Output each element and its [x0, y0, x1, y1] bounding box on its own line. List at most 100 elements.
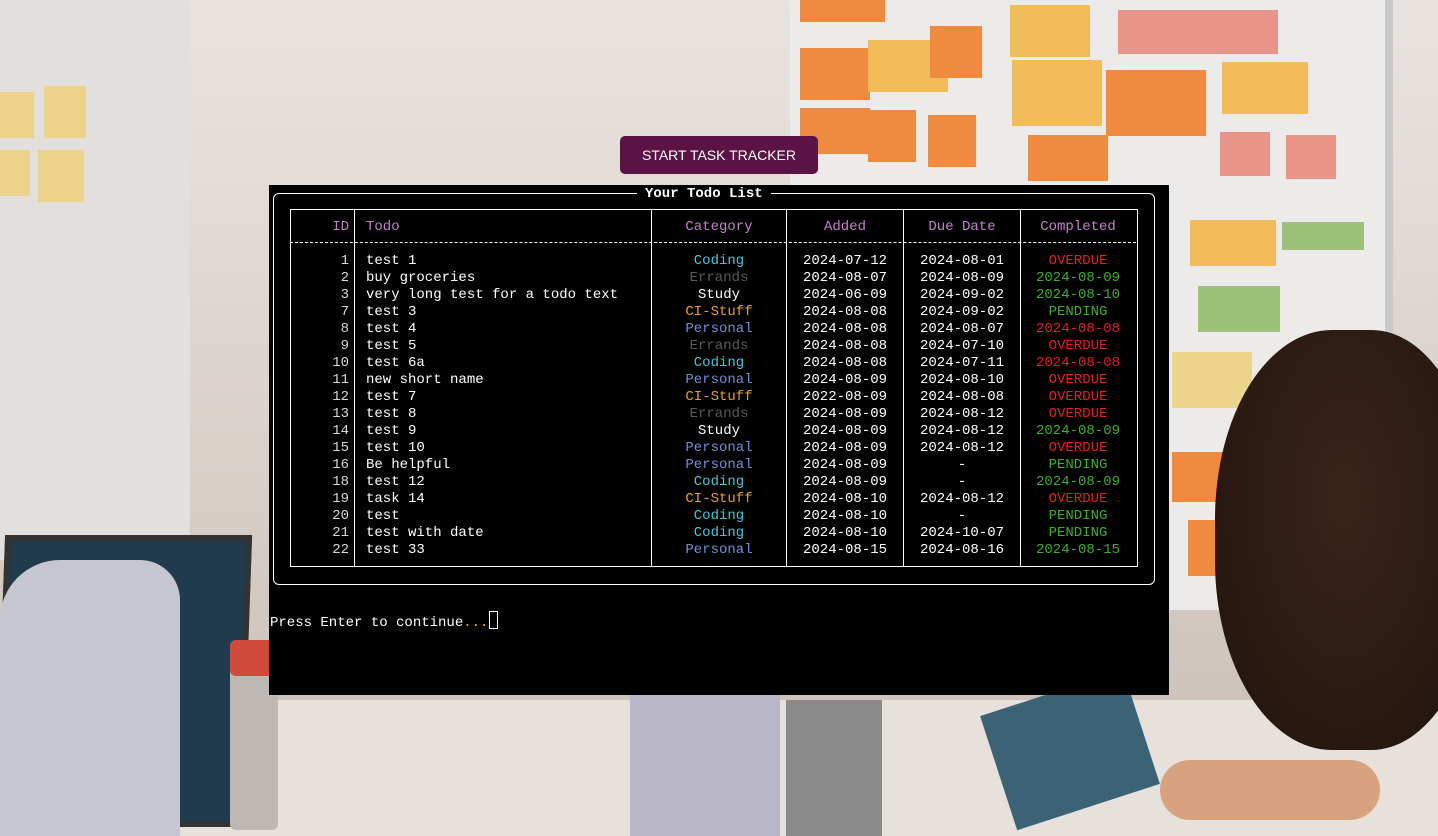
- todo-due-date: 2024-08-12: [919, 440, 1004, 456]
- todo-text: test 7: [366, 389, 417, 405]
- todo-text: buy groceries: [366, 270, 476, 286]
- todo-text: test 33: [366, 542, 425, 558]
- todo-id: 22: [332, 542, 349, 558]
- todo-id: 13: [332, 406, 349, 422]
- todo-id: 7: [340, 304, 349, 320]
- todo-due-date: -: [957, 474, 967, 490]
- table-row: 9 test 5 Errands 2024-08-08 2024-07-10 OVERDU…: [291, 338, 1137, 355]
- todo-id: 20: [332, 508, 349, 524]
- todo-added-date: 2024-08-09: [802, 406, 887, 422]
- todo-due-date: 2024-07-10: [919, 338, 1004, 354]
- todo-category: Errands: [689, 406, 749, 422]
- todo-completed-status: 2024-08-10: [1035, 287, 1120, 303]
- table-row: 22 test 33 Personal 2024-08-15 2024-08-16 202…: [291, 542, 1137, 559]
- todo-id: 18: [332, 474, 349, 490]
- todo-added-date: 2024-08-09: [802, 457, 887, 473]
- todo-id: 8: [340, 321, 349, 337]
- todo-due-date: 2024-09-02: [919, 287, 1004, 303]
- todo-text: test 8: [366, 406, 417, 422]
- todo-completed-status: 2024-08-09: [1035, 474, 1120, 490]
- header-todo: Todo: [366, 219, 400, 235]
- todo-id: 14: [332, 423, 349, 439]
- table-row: 13 test 8 Errands 2024-08-09 2024-08-12 OVERD…: [291, 406, 1137, 423]
- todo-text: test: [366, 508, 400, 524]
- todo-due-date: 2024-08-12: [919, 423, 1004, 439]
- continue-prompt: Press Enter to continue...: [270, 611, 499, 631]
- todo-category: Coding: [693, 508, 745, 524]
- table-row: 14 test 9 Study 2024-08-09 2024-08-12 2024-08…: [291, 423, 1137, 440]
- todo-due-date: 2024-08-07: [919, 321, 1004, 337]
- todo-due-date: 2024-07-11: [919, 355, 1004, 371]
- todo-due-date: 2024-08-16: [919, 542, 1004, 558]
- todo-added-date: 2024-08-09: [802, 372, 887, 388]
- todo-due-date: 2024-08-12: [919, 491, 1004, 507]
- todo-text: test 10: [366, 440, 425, 456]
- todo-due-date: 2024-10-07: [919, 525, 1004, 541]
- todo-text: Be helpful: [366, 457, 451, 473]
- todo-due-date: 2024-08-01: [919, 253, 1004, 269]
- todo-id: 21: [332, 525, 349, 541]
- todo-due-date: 2024-08-08: [919, 389, 1004, 405]
- todo-category: Study: [697, 423, 740, 439]
- todo-text: test 3: [366, 304, 417, 320]
- todo-added-date: 2024-08-08: [802, 355, 887, 371]
- todo-category: Personal: [685, 542, 753, 558]
- table-row: 19 task 14 CI-Stuff 2024-08-10 2024-08-12 OVE…: [291, 491, 1137, 508]
- prompt-text: Press Enter to continue: [270, 615, 464, 631]
- todo-due-date: 2024-08-09: [919, 270, 1004, 286]
- todo-added-date: 2024-08-10: [802, 491, 887, 507]
- todo-completed-status: 2024-08-09: [1035, 423, 1120, 439]
- todo-category: Personal: [685, 372, 753, 388]
- todo-id: 11: [332, 372, 349, 388]
- todo-category: Study: [697, 287, 740, 303]
- todo-completed-status: PENDING: [1048, 508, 1108, 524]
- todo-category: Coding: [693, 253, 745, 269]
- todo-added-date: 2024-08-09: [802, 423, 887, 439]
- todo-text: test 5: [366, 338, 417, 354]
- table-row: 12 test 7 CI-Stuff 2022-08-09 2024-08-08 OVER…: [291, 389, 1137, 406]
- todo-completed-status: OVERDUE: [1048, 372, 1108, 388]
- todo-text: new short name: [366, 372, 484, 388]
- todo-completed-status: OVERDUE: [1048, 406, 1108, 422]
- table-row: 15 test 10 Personal 2024-08-09 2024-08-12 OVE…: [291, 440, 1137, 457]
- todo-added-date: 2024-08-08: [802, 304, 887, 320]
- todo-id: 16: [332, 457, 349, 473]
- todo-text: very long test for a todo text: [366, 287, 619, 303]
- todo-completed-status: OVERDUE: [1048, 253, 1108, 269]
- todo-due-date: -: [957, 457, 967, 473]
- todo-category: Errands: [689, 270, 749, 286]
- todo-due-date: 2024-08-12: [919, 406, 1004, 422]
- todo-id: 19: [332, 491, 349, 507]
- table-header-row: ID Todo Category Added Due Date Complete…: [291, 219, 1137, 236]
- table-row: 7 test 3 CI-Stuff 2024-08-08 2024-09-02 PENDI…: [291, 304, 1137, 321]
- prompt-dots: ...: [463, 615, 489, 631]
- todo-added-date: 2024-08-09: [802, 474, 887, 490]
- todo-text: test 1: [366, 253, 417, 269]
- table-row: 10 test 6a Coding 2024-08-08 2024-07-11 2024-…: [291, 355, 1137, 372]
- text-cursor[interactable]: [489, 611, 499, 629]
- todo-category: Errands: [689, 338, 749, 354]
- todo-category: Personal: [685, 440, 753, 456]
- todo-completed-status: PENDING: [1048, 525, 1108, 541]
- todo-id: 15: [332, 440, 349, 456]
- header-added: Added: [823, 219, 866, 235]
- todo-completed-status: PENDING: [1048, 457, 1108, 473]
- todo-category: Coding: [693, 474, 745, 490]
- todo-category: Coding: [693, 355, 745, 371]
- todo-completed-status: 2024-08-08: [1035, 321, 1120, 337]
- todo-added-date: 2024-08-08: [802, 338, 887, 354]
- table-row: 2 buy groceries Errands 2024-08-07 2024-08-0…: [291, 270, 1137, 287]
- todo-text: test 9: [366, 423, 417, 439]
- todo-category: Personal: [685, 457, 753, 473]
- todo-text: test 4: [366, 321, 417, 337]
- todo-completed-status: OVERDUE: [1048, 338, 1108, 354]
- table-row: 18 test 12 Coding 2024-08-09 - 2024-08-09: [291, 474, 1137, 491]
- todo-id: 3: [340, 287, 349, 303]
- todo-id: 1: [340, 253, 349, 269]
- todo-added-date: 2022-08-09: [802, 389, 887, 405]
- todo-completed-status: PENDING: [1048, 304, 1108, 320]
- terminal-window[interactable]: Your Todo List ID Todo Category Added Du…: [269, 185, 1169, 695]
- todo-due-date: 2024-09-02: [919, 304, 1004, 320]
- start-task-tracker-button[interactable]: START TASK TRACKER: [620, 136, 818, 174]
- todo-completed-status: OVERDUE: [1048, 440, 1108, 456]
